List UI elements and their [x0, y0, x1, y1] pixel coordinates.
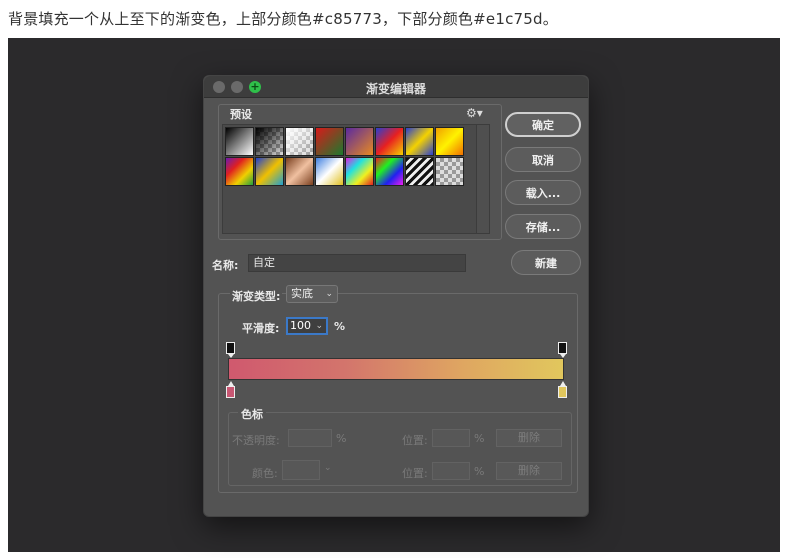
gradient-type-value: 实底	[291, 287, 313, 300]
color-location-input[interactable]	[432, 462, 470, 480]
smoothness-input[interactable]: 100 ⌄	[286, 317, 328, 335]
preset-swatch[interactable]	[285, 127, 314, 156]
preset-swatch[interactable]	[405, 127, 434, 156]
delete-color-stop-button[interactable]: 删除	[496, 462, 562, 480]
title-bar[interactable]: + 渐变编辑器	[204, 76, 588, 98]
opacity-input[interactable]	[288, 429, 332, 447]
chevron-down-icon: ⌄	[324, 463, 332, 473]
preset-swatch[interactable]	[435, 127, 464, 156]
preset-swatch[interactable]	[435, 157, 464, 186]
gradient-editor-dialog: + 渐变编辑器 预设 ⚙▾ 确定 取消 载入... 存储... 新建 名称: 自…	[203, 75, 589, 517]
preset-swatch[interactable]	[315, 157, 344, 186]
save-button[interactable]: 存储...	[505, 214, 581, 239]
name-field[interactable]: 自定	[248, 254, 466, 272]
preset-swatch[interactable]	[255, 157, 284, 186]
name-label: 名称:	[212, 259, 239, 272]
smoothness-value: 100	[290, 319, 311, 332]
preset-swatch[interactable]	[345, 157, 374, 186]
opacity-location-label: 位置:	[402, 434, 428, 447]
color-stops-label: 色标	[238, 406, 266, 422]
opacity-location-input[interactable]	[432, 429, 470, 447]
preset-swatch-grid	[222, 124, 490, 234]
chevron-down-icon: ⌄	[325, 289, 333, 299]
gradient-preview-bar[interactable]	[228, 358, 564, 380]
cancel-button[interactable]: 取消	[505, 147, 581, 172]
color-label: 颜色:	[252, 467, 278, 480]
preset-swatch[interactable]	[345, 127, 374, 156]
preset-swatch[interactable]	[375, 127, 404, 156]
opacity-location-percent: %	[474, 432, 485, 445]
ok-button[interactable]: 确定	[505, 112, 581, 137]
smoothness-label: 平滑度:	[242, 322, 280, 335]
opacity-label: 不透明度:	[232, 434, 280, 447]
opacity-stop-left[interactable]	[226, 342, 235, 358]
smoothness-percent: %	[334, 320, 346, 333]
color-stop-right[interactable]	[558, 381, 567, 398]
color-stop-left[interactable]	[226, 381, 235, 398]
preset-swatch[interactable]	[315, 127, 344, 156]
instruction-caption: 背景填充一个从上至下的渐变色，上部分颜色#c85773，下部分颜色#e1c75d…	[8, 10, 558, 28]
color-swatch-field[interactable]	[282, 460, 320, 480]
preset-swatch[interactable]	[225, 127, 254, 156]
color-location-label: 位置:	[402, 467, 428, 480]
chevron-down-icon[interactable]: ⌄	[315, 319, 323, 333]
preset-swatch[interactable]	[255, 127, 284, 156]
opacity-percent: %	[336, 432, 347, 445]
gradient-type-label: 渐变类型:	[230, 288, 283, 304]
gear-icon[interactable]: ⚙▾	[466, 106, 483, 120]
gradient-type-select[interactable]: 实底 ⌄	[286, 285, 338, 303]
opacity-stop-right[interactable]	[558, 342, 567, 358]
color-location-percent: %	[474, 465, 485, 478]
preset-swatch[interactable]	[225, 157, 254, 186]
presets-label: 预设	[230, 108, 252, 121]
preset-swatch[interactable]	[375, 157, 404, 186]
load-button[interactable]: 载入...	[505, 180, 581, 205]
preset-swatch[interactable]	[405, 157, 434, 186]
dialog-title: 渐变编辑器	[365, 82, 426, 96]
delete-opacity-stop-button[interactable]: 删除	[496, 429, 562, 447]
preset-swatch[interactable]	[285, 157, 314, 186]
new-button[interactable]: 新建	[511, 250, 581, 275]
